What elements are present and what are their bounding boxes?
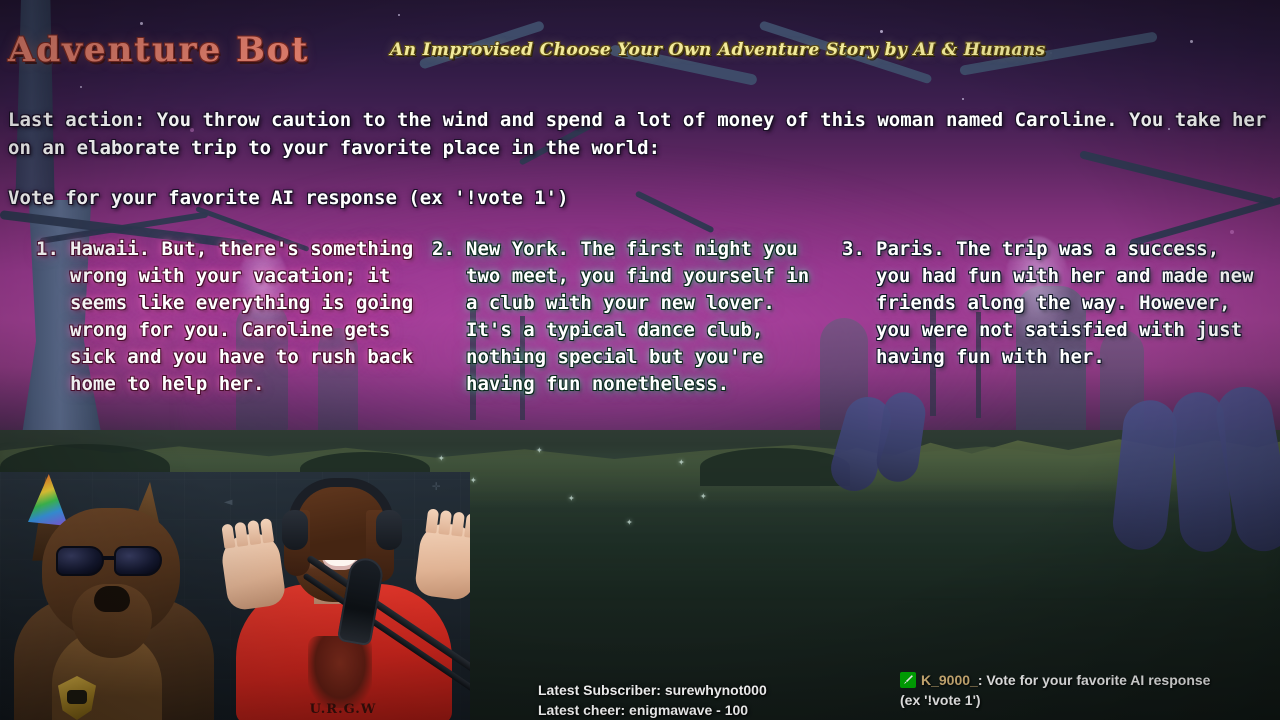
choice-option-1[interactable]: 1. Hawaii. But, there's something wrong … xyxy=(0,236,420,398)
vote-prompt-text: Vote for your favorite AI response (ex '… xyxy=(8,187,569,209)
finger xyxy=(221,523,236,549)
finger xyxy=(259,518,275,544)
choice-text: Hawaii. But, there's something wrong wit… xyxy=(70,238,414,395)
choice-number: 1. xyxy=(36,238,59,260)
page-subtitle: An Improvised Choose Your Own Adventure … xyxy=(390,40,1046,60)
last-action-text: Last action: You throw caution to the wi… xyxy=(8,109,1267,159)
stream-overlay-screen: ✦ ✦ ✦ ✦ ✦ ✦ ✦ Adventure Bot An Improvise… xyxy=(0,0,1280,720)
chat-message-continued: (ex '!vote 1') xyxy=(900,692,981,708)
streamer-hand-right xyxy=(413,508,470,602)
choices-row: 1. Hawaii. But, there's something wrong … xyxy=(0,236,1280,398)
chat-overlay: K_9000_: Vote for your favorite AI respo… xyxy=(900,670,1280,710)
chat-message-text: Vote for your favorite AI response xyxy=(986,672,1211,688)
choice-number: 3. xyxy=(842,238,865,260)
finger xyxy=(464,513,470,539)
chat-username[interactable]: K_9000_ xyxy=(921,672,978,688)
sunglasses-lens-right xyxy=(114,546,162,576)
dog-nose xyxy=(94,586,130,612)
finger xyxy=(247,519,262,546)
moderator-badge-icon xyxy=(900,672,916,688)
streamer-webcam: ◄ ✛ U.R.G.W xyxy=(0,472,470,720)
headphone-cup-right xyxy=(376,510,402,550)
shirt-graphic xyxy=(308,636,372,708)
streamer-person: U.R.G.W xyxy=(196,476,470,720)
choice-number: 2. xyxy=(432,238,455,260)
sunglasses-icon xyxy=(56,546,168,578)
latest-subscriber-text: Latest Subscriber: surewhynot000 xyxy=(538,682,767,698)
choice-option-2[interactable]: 2. New York. The first night you two mee… xyxy=(420,236,830,398)
headphone-cup-left xyxy=(282,510,308,550)
choice-option-3[interactable]: 3. Paris. The trip was a success, you ha… xyxy=(830,236,1260,371)
chat-separator: : xyxy=(977,672,983,688)
finger xyxy=(234,521,249,547)
finger xyxy=(438,509,453,536)
sunglasses-lens-left xyxy=(56,546,104,576)
streamer-hand-left xyxy=(219,518,287,612)
latest-cheer-text: Latest cheer: enigmawave - 100 xyxy=(538,702,749,718)
latest-alerts: Latest Subscriber: surewhynot000 Latest … xyxy=(538,680,868,720)
rainbow-ear-icon xyxy=(28,474,68,526)
dog-overlay xyxy=(6,480,221,720)
chat-message-row: K_9000_: Vote for your favorite AI respo… xyxy=(900,670,1280,690)
choice-text: New York. The first night you two meet, … xyxy=(466,238,810,395)
choice-text: Paris. The trip was a success, you had f… xyxy=(876,238,1254,368)
shirt-text: U.R.G.W xyxy=(309,702,377,717)
page-title: Adventure Bot xyxy=(8,30,310,70)
finger xyxy=(451,511,466,537)
finger xyxy=(425,508,440,534)
